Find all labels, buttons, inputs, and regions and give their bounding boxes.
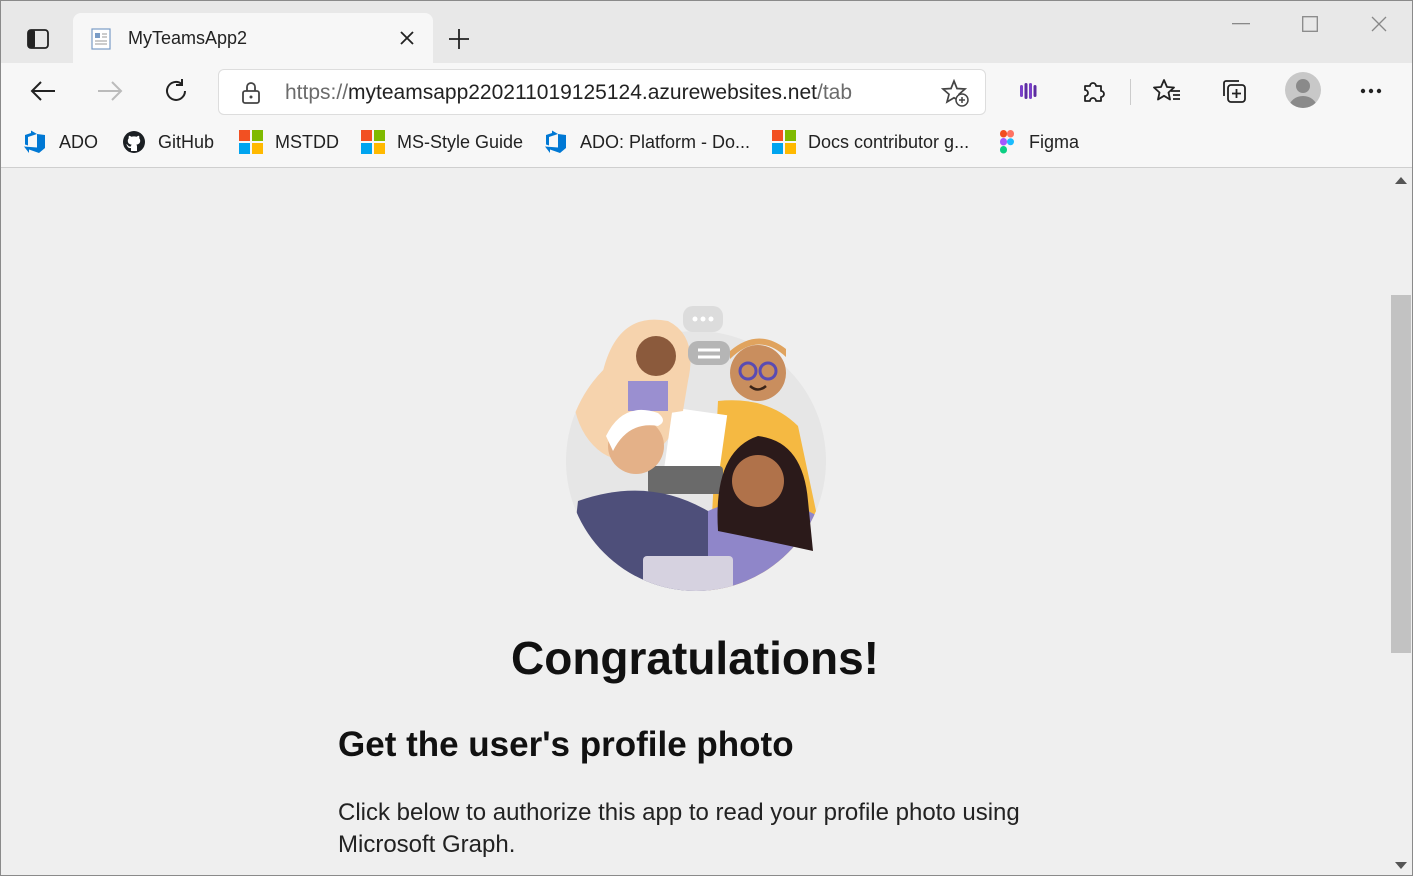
favorites-icon [1153, 79, 1180, 101]
section-heading: Get the user's profile photo [338, 725, 794, 764]
tab-myteamsapp2[interactable]: MyTeamsApp2 [73, 13, 433, 63]
url-text: https://myteamsapp220211019125124.azurew… [285, 81, 853, 104]
favorites-bar: ADO GitHub MSTDD MS-Style Guide ADO: Pla… [1, 119, 1412, 168]
forward-button[interactable] [90, 71, 130, 111]
maximize-button[interactable] [1280, 7, 1340, 41]
address-bar[interactable]: https://myteamsapp220211019125124.azurew… [218, 69, 986, 115]
favorite-ado-platform[interactable]: ADO: Platform - Do... [544, 129, 750, 155]
scroll-down-arrow-icon[interactable] [1395, 862, 1407, 869]
lock-icon [242, 82, 260, 104]
extensions-button[interactable] [1074, 71, 1114, 111]
forward-icon [98, 81, 123, 101]
add-favorite-icon [940, 78, 969, 107]
favorite-label: GitHub [158, 131, 215, 152]
favorite-ms-style-guide[interactable]: MS-Style Guide [361, 129, 523, 155]
toolbar-divider [1130, 79, 1131, 105]
figma-icon [1000, 130, 1014, 154]
tab-actions-icon [27, 29, 49, 49]
close-icon [1371, 16, 1387, 32]
more-icon [1360, 88, 1382, 94]
favorite-figma[interactable]: Figma [997, 129, 1079, 155]
favorite-label: Docs contributor g... [808, 131, 970, 152]
tab-close-button[interactable] [395, 26, 419, 50]
more-button[interactable] [1351, 71, 1391, 111]
extension-icon [1020, 83, 1037, 99]
favorite-label: Figma [1029, 131, 1080, 152]
new-tab-button[interactable] [441, 21, 477, 57]
azure-devops-icon [24, 130, 45, 153]
tab-actions-button[interactable] [19, 21, 57, 57]
browser-window: MyTeamsApp2 https://myteamsapp2202110191… [0, 0, 1413, 876]
plus-icon [449, 29, 469, 49]
microsoft-logo-icon [361, 130, 385, 154]
minimize-icon [1232, 23, 1250, 25]
refresh-button[interactable] [156, 71, 196, 111]
refresh-icon [166, 79, 186, 101]
tab-strip: MyTeamsApp2 [1, 1, 1412, 63]
team-collaboration-illustration [566, 306, 826, 591]
instructions-text: Click below to authorize this app to rea… [338, 799, 1020, 858]
favorite-mstdd[interactable]: MSTDD [239, 129, 339, 155]
scroll-thumb[interactable] [1391, 295, 1411, 653]
microsoft-logo-icon [239, 130, 263, 154]
minimize-button[interactable] [1211, 7, 1271, 41]
add-favorite-button[interactable] [940, 78, 969, 112]
favorite-label: ADO [59, 131, 99, 152]
collections-button[interactable] [1214, 71, 1254, 111]
favorite-label: MS-Style Guide [397, 131, 524, 152]
profile-avatar[interactable] [1285, 72, 1321, 108]
favorite-github[interactable]: GitHub [122, 129, 214, 155]
person-icon [1289, 79, 1317, 108]
scroll-up-arrow-icon[interactable] [1395, 177, 1407, 184]
favorites-button[interactable] [1147, 71, 1187, 111]
favorite-docs-contributor[interactable]: Docs contributor g... [772, 129, 969, 155]
page-title: Congratulations! [511, 632, 879, 684]
extension-button[interactable] [1008, 71, 1048, 111]
github-icon [123, 131, 145, 153]
navigation-toolbar: https://myteamsapp220211019125124.azurew… [1, 63, 1412, 119]
puzzle-icon [1084, 82, 1105, 102]
vertical-scrollbar[interactable] [1389, 169, 1412, 875]
azure-devops-icon [545, 130, 566, 153]
tab-title: MyTeamsApp2 [128, 28, 248, 48]
microsoft-logo-icon [772, 130, 796, 154]
close-icon [400, 31, 414, 45]
collections-icon [1223, 80, 1246, 103]
close-window-button[interactable] [1349, 7, 1409, 41]
page-icon [91, 28, 111, 50]
maximize-icon [1302, 16, 1318, 32]
back-button[interactable] [23, 71, 63, 111]
favorite-ado[interactable]: ADO [23, 129, 98, 155]
favorite-label: ADO: Platform - Do... [580, 131, 751, 152]
favorite-label: MSTDD [275, 131, 339, 152]
back-icon [30, 81, 55, 101]
page-content: Congratulations! Get the user's profile … [1, 169, 1389, 875]
